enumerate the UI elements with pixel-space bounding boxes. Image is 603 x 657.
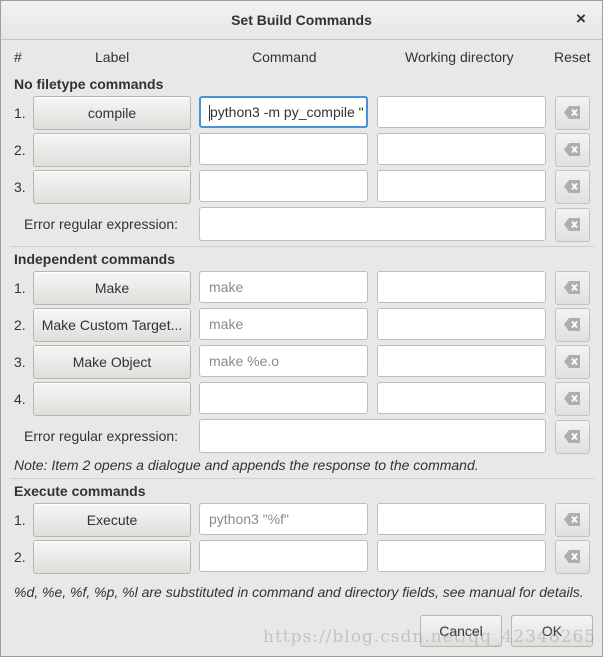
row-number: 2. xyxy=(14,142,26,158)
label-button[interactable] xyxy=(33,540,191,574)
label-button[interactable] xyxy=(33,382,191,416)
working-directory-field[interactable] xyxy=(377,170,546,202)
command-field[interactable]: make xyxy=(199,308,368,340)
reset-button[interactable] xyxy=(555,133,590,167)
column-header-label: Label xyxy=(95,49,130,65)
working-directory-field[interactable] xyxy=(377,133,546,165)
command-field[interactable]: make xyxy=(199,271,368,303)
clear-icon xyxy=(564,392,580,405)
section-heading-independent: Independent commands xyxy=(14,251,176,267)
clear-icon xyxy=(564,143,580,156)
row-number: 1. xyxy=(14,512,26,528)
row-number: 3. xyxy=(14,354,26,370)
reset-button[interactable] xyxy=(555,503,590,537)
reset-button[interactable] xyxy=(555,271,590,305)
ok-button[interactable]: OK xyxy=(511,615,593,647)
label-button-make[interactable]: Make xyxy=(33,271,191,305)
row-number: 2. xyxy=(14,549,26,565)
set-build-commands-dialog: Set Build Commands × # Label Command Wor… xyxy=(0,0,603,657)
error-regex-field[interactable] xyxy=(199,419,546,453)
clear-icon xyxy=(564,430,580,443)
working-directory-field[interactable] xyxy=(377,96,546,128)
row-number: 3. xyxy=(14,179,26,195)
column-header-number: # xyxy=(14,49,22,65)
label-button-make-object[interactable]: Make Object xyxy=(33,345,191,379)
close-icon[interactable]: × xyxy=(572,9,590,29)
section-separator xyxy=(10,246,594,247)
row-number: 2. xyxy=(14,317,26,333)
dialog-title: Set Build Commands xyxy=(231,12,372,28)
column-header-command: Command xyxy=(252,49,317,65)
clear-icon xyxy=(564,180,580,193)
command-field[interactable] xyxy=(199,170,368,202)
row-number: 4. xyxy=(14,391,26,407)
working-directory-field[interactable] xyxy=(377,503,546,535)
clear-icon xyxy=(564,550,580,563)
cancel-button[interactable]: Cancel xyxy=(420,615,502,647)
column-header-working-directory: Working directory xyxy=(405,49,514,65)
independent-commands-note: Note: Item 2 opens a dialogue and append… xyxy=(14,457,479,473)
reset-button[interactable] xyxy=(555,208,590,242)
working-directory-field[interactable] xyxy=(377,308,546,340)
working-directory-field[interactable] xyxy=(377,271,546,303)
error-regex-label: Error regular expression: xyxy=(24,428,179,444)
reset-button[interactable] xyxy=(555,345,590,379)
clear-icon xyxy=(564,281,580,294)
clear-icon xyxy=(564,355,580,368)
reset-button[interactable] xyxy=(555,96,590,130)
clear-icon xyxy=(564,318,580,331)
label-button[interactable] xyxy=(33,170,191,204)
clear-icon xyxy=(564,106,580,119)
working-directory-field[interactable] xyxy=(377,540,546,572)
label-button-execute[interactable]: Execute xyxy=(33,503,191,537)
reset-button[interactable] xyxy=(555,540,590,574)
command-field[interactable] xyxy=(199,133,368,165)
column-header-reset: Reset xyxy=(554,49,591,65)
section-heading-execute: Execute commands xyxy=(14,483,146,499)
working-directory-field[interactable] xyxy=(377,382,546,414)
error-regex-label: Error regular expression: xyxy=(24,216,179,232)
command-field[interactable] xyxy=(199,382,368,414)
title-bar: Set Build Commands × xyxy=(1,1,602,40)
command-field[interactable] xyxy=(199,540,368,572)
clear-icon xyxy=(564,513,580,526)
command-field[interactable]: python3 "%f" xyxy=(199,503,368,535)
reset-button[interactable] xyxy=(555,308,590,342)
clear-icon xyxy=(564,218,580,231)
working-directory-field[interactable] xyxy=(377,345,546,377)
command-field[interactable]: python3 -m py_compile " xyxy=(199,96,368,128)
label-button-make-custom-target[interactable]: Make Custom Target... xyxy=(33,308,191,342)
command-field[interactable]: make %e.o xyxy=(199,345,368,377)
reset-button[interactable] xyxy=(555,170,590,204)
command-value: python3 -m py_compile " xyxy=(210,104,364,120)
reset-button[interactable] xyxy=(555,382,590,416)
error-regex-field[interactable] xyxy=(199,207,546,241)
section-separator xyxy=(10,478,594,479)
label-button-compile[interactable]: compile xyxy=(33,96,191,130)
row-number: 1. xyxy=(14,280,26,296)
row-number: 1. xyxy=(14,105,26,121)
substitution-note: %d, %e, %f, %p, %l are substituted in co… xyxy=(14,584,584,600)
reset-button[interactable] xyxy=(555,420,590,454)
section-heading-filetype: No filetype commands xyxy=(14,76,164,92)
label-button[interactable] xyxy=(33,133,191,167)
